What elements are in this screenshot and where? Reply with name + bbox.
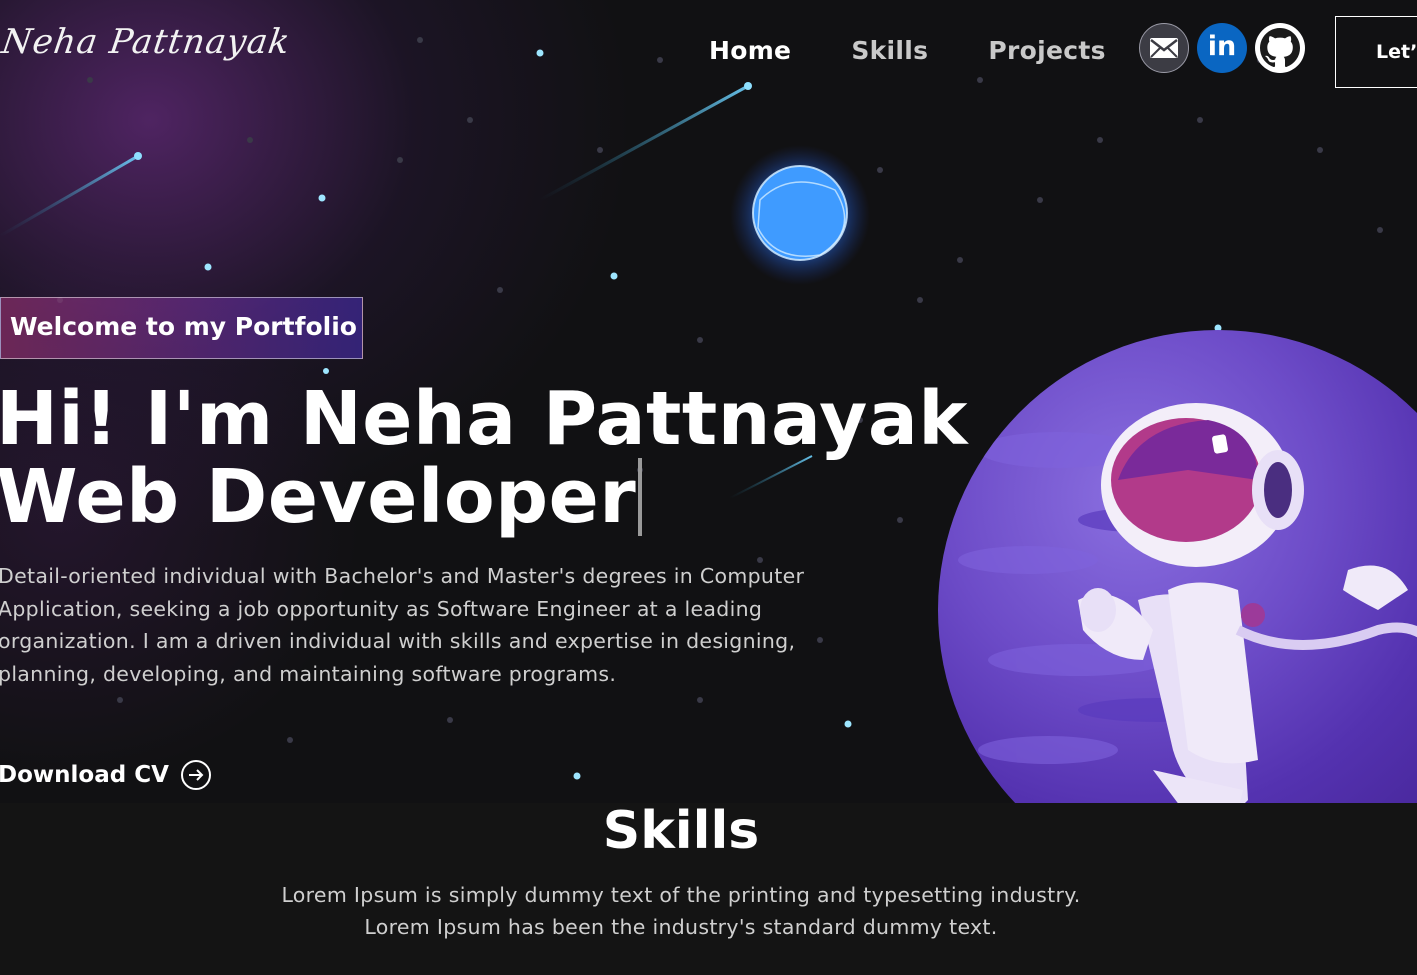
nav-link-skills[interactable]: Skills bbox=[851, 36, 928, 65]
linkedin-icon[interactable]: in bbox=[1197, 23, 1247, 73]
skills-title: Skills bbox=[602, 801, 760, 861]
skills-description-line1: Lorem Ipsum is simply dummy text of the … bbox=[281, 883, 1081, 907]
email-icon[interactable] bbox=[1139, 23, 1189, 73]
hero-intro: Detail-oriented individual with Bachelor… bbox=[0, 564, 805, 686]
hero-headline: Hi! I'm Neha Pattnayak Web Developer bbox=[0, 380, 968, 536]
skills-description-line2: Lorem Ipsum has been the industry's stan… bbox=[364, 915, 998, 939]
hero-banner: Neha Pattnayak Home Skills Projects in L… bbox=[0, 0, 1417, 803]
linkedin-icon-text: in bbox=[1207, 31, 1237, 62]
headline-role-line: Web Developer bbox=[0, 458, 968, 536]
headline-name: Hi! I'm Neha Pattnayak bbox=[0, 376, 969, 462]
headline-role: Web Developer bbox=[0, 454, 637, 540]
connect-button[interactable]: Let’s Connect bbox=[1335, 16, 1417, 88]
github-icon[interactable] bbox=[1255, 23, 1305, 73]
nav-link-projects[interactable]: Projects bbox=[988, 36, 1105, 65]
download-cv-button[interactable]: Download CV bbox=[0, 760, 211, 790]
skills-description: Lorem Ipsum is simply dummy text of the … bbox=[0, 879, 1362, 943]
social-links: in bbox=[1139, 23, 1305, 73]
skills-section: Skills Lorem Ipsum is simply dummy text … bbox=[0, 801, 1417, 975]
nav-link-home[interactable]: Home bbox=[709, 36, 791, 65]
main-navigation: Home Skills Projects bbox=[709, 36, 1166, 65]
download-cv-label: Download CV bbox=[0, 762, 169, 788]
site-logo[interactable]: Neha Pattnayak bbox=[0, 22, 293, 62]
arrow-right-icon bbox=[180, 760, 211, 790]
typing-caret bbox=[638, 458, 643, 536]
welcome-tagline: Welcome to my Portfolio bbox=[0, 297, 363, 359]
